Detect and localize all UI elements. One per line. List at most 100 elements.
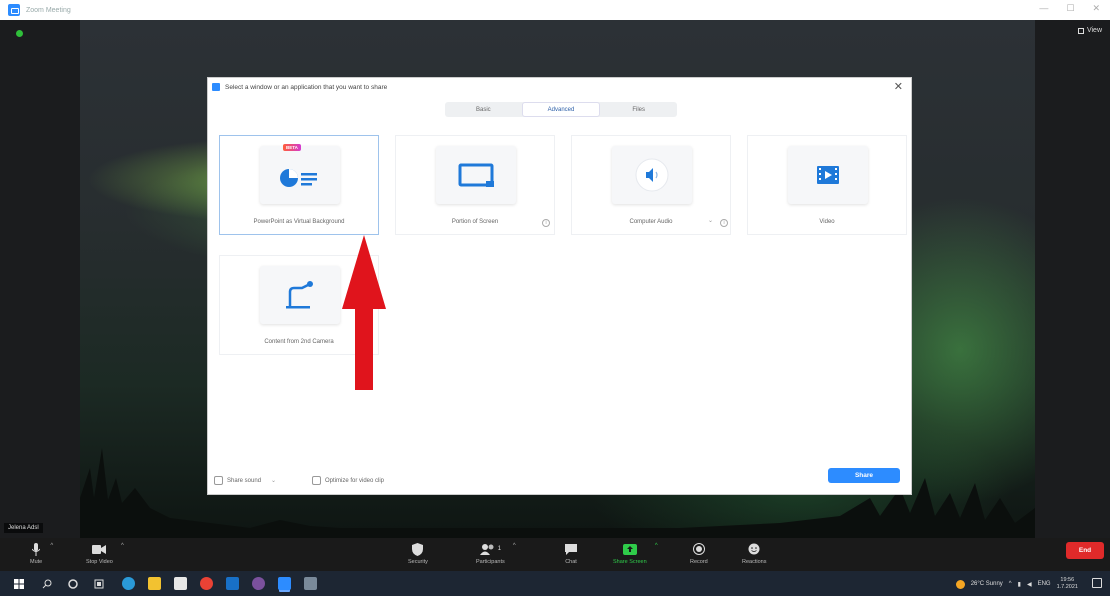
option-label: PowerPoint as Virtual Background xyxy=(253,219,345,225)
grid-icon xyxy=(1077,27,1084,34)
mute-button[interactable]: ^ Mute xyxy=(30,541,53,565)
microphone-icon xyxy=(32,541,41,557)
option-label: Video xyxy=(819,219,835,225)
task-view-icon[interactable] xyxy=(94,579,104,589)
video-options-icon[interactable]: ^ xyxy=(121,543,124,549)
tab-basic[interactable]: Basic xyxy=(445,102,522,117)
meeting-controls: ^ Mute ^ Stop Video Security 1 ^ Partici… xyxy=(0,538,1110,571)
system-tray: 26°C Sunny ^ ▮ ◀ ENG 19:56 1.7.2021 xyxy=(955,577,1078,591)
share-sound-box[interactable] xyxy=(214,476,223,485)
record-icon xyxy=(692,541,705,557)
zoom-taskbar-icon[interactable] xyxy=(278,577,291,590)
share-screen-icon xyxy=(622,541,637,557)
weather-text[interactable]: 26°C Sunny xyxy=(971,581,1003,587)
tray-chevron-icon[interactable]: ^ xyxy=(1009,581,1012,587)
cortana-icon[interactable] xyxy=(68,579,78,589)
close-window-button[interactable]: ✕ xyxy=(1092,3,1100,14)
participant-name-tag: Jelena Adsl xyxy=(4,523,43,533)
stop-video-button[interactable]: ^ Stop Video xyxy=(86,541,124,565)
red-arrow-annotation xyxy=(342,235,386,390)
participants-icon: 1 xyxy=(479,541,502,557)
audio-info-icon[interactable]: i xyxy=(720,219,728,227)
audio-dropdown-icon[interactable]: ⌄ xyxy=(708,217,713,224)
video-left-border xyxy=(0,20,80,538)
search-icon[interactable] xyxy=(42,579,52,589)
share-sound-dropdown-icon[interactable]: ⌄ xyxy=(271,477,276,484)
share-screen-dialog: Select a window or an application that y… xyxy=(207,77,912,495)
windows-start-icon[interactable] xyxy=(14,579,24,589)
weather-sun-icon xyxy=(955,579,965,589)
option-label: Computer Audio xyxy=(629,219,673,225)
video-file-icon xyxy=(817,166,839,184)
share-button[interactable]: Share xyxy=(828,468,900,483)
option-computer-audio[interactable]: Computer Audio ⌄ i xyxy=(571,135,731,235)
option-portion-of-screen[interactable]: Portion of Screen i xyxy=(395,135,555,235)
portion-info-icon[interactable]: i xyxy=(542,219,550,227)
security-label: Security xyxy=(408,559,428,565)
share-sound-label: Share sound xyxy=(227,477,262,484)
optimize-video-checkbox[interactable]: Optimize for video clip xyxy=(312,476,384,485)
share-sound-checkbox[interactable]: Share sound ⌄ xyxy=(214,476,276,485)
participants-label: Participants xyxy=(476,559,505,565)
reactions-button[interactable]: Reactions xyxy=(742,541,766,565)
record-button[interactable]: Record xyxy=(690,541,708,565)
clock-date: 1.7.2021 xyxy=(1056,584,1078,590)
minimize-button[interactable]: — xyxy=(1039,3,1048,14)
computer-audio-thumbnail xyxy=(612,146,692,204)
store-icon[interactable] xyxy=(174,577,187,590)
end-meeting-button[interactable]: End xyxy=(1066,542,1104,559)
stop-video-label: Stop Video xyxy=(86,559,113,565)
shield-icon xyxy=(412,541,424,557)
view-button[interactable]: View xyxy=(1077,27,1102,34)
chat-button[interactable]: Chat xyxy=(565,541,577,565)
option-powerpoint-virtual-background[interactable]: BETA PowerPoint as Virtual Background xyxy=(219,135,379,235)
share-tabs: Basic Advanced Files xyxy=(445,102,677,117)
reactions-label: Reactions xyxy=(742,559,767,565)
mute-label: Mute xyxy=(30,559,43,565)
viber-icon[interactable] xyxy=(252,577,265,590)
smiley-icon xyxy=(748,541,760,557)
participants-button[interactable]: 1 ^ Participants xyxy=(476,541,516,565)
powerpoint-bg-icon xyxy=(280,169,317,187)
file-explorer-icon[interactable] xyxy=(148,577,161,590)
window-title: Zoom Meeting xyxy=(26,6,71,14)
connection-status-icon xyxy=(16,30,23,37)
clock-time: 19:56 xyxy=(1060,577,1075,583)
beta-badge: BETA xyxy=(283,144,301,151)
dialog-close-button[interactable]: ✕ xyxy=(894,80,903,93)
notifications-icon[interactable] xyxy=(1092,578,1102,588)
chat-label: Chat xyxy=(565,559,577,565)
tab-files[interactable]: Files xyxy=(600,102,677,117)
participants-options-icon[interactable]: ^ xyxy=(513,543,516,549)
option-video[interactable]: Video xyxy=(747,135,907,235)
option-label: Portion of Screen xyxy=(451,219,499,225)
optimize-video-box[interactable] xyxy=(312,476,321,485)
optimize-video-label: Optimize for video clip xyxy=(325,477,385,484)
edge-icon[interactable] xyxy=(122,577,135,590)
outlook-icon[interactable] xyxy=(226,577,239,590)
chat-icon xyxy=(565,541,577,557)
network-icon[interactable]: ▮ xyxy=(1018,581,1021,588)
zoom-dialog-icon xyxy=(212,83,220,91)
chrome-icon[interactable] xyxy=(200,577,213,590)
window-controls: — ☐ ✕ xyxy=(1039,3,1100,14)
security-button[interactable]: Security xyxy=(408,541,428,565)
dialog-footer: Share sound ⌄ Optimize for video clip Sh… xyxy=(208,466,911,494)
language-indicator[interactable]: ENG xyxy=(1038,581,1051,587)
portion-screen-icon xyxy=(458,163,494,187)
powerpoint-bg-thumbnail xyxy=(260,146,340,204)
video-camera-icon xyxy=(92,541,107,557)
portion-screen-thumbnail xyxy=(436,146,516,204)
share-screen-button[interactable]: ^ Share Screen xyxy=(613,541,658,565)
maximize-button[interactable]: ☐ xyxy=(1066,3,1074,14)
volume-icon[interactable]: ◀ xyxy=(1027,581,1032,588)
dialog-title-bar: Select a window or an application that y… xyxy=(212,83,387,91)
view-label: View xyxy=(1086,27,1102,34)
video-right-border xyxy=(1035,20,1110,538)
clock[interactable]: 19:56 1.7.2021 xyxy=(1057,577,1078,591)
mute-options-icon[interactable]: ^ xyxy=(50,543,53,549)
app-taskbar-icon[interactable] xyxy=(304,577,317,590)
tab-advanced[interactable]: Advanced xyxy=(521,102,601,117)
participants-count: 1 xyxy=(497,546,502,552)
share-options-icon[interactable]: ^ xyxy=(655,543,658,549)
